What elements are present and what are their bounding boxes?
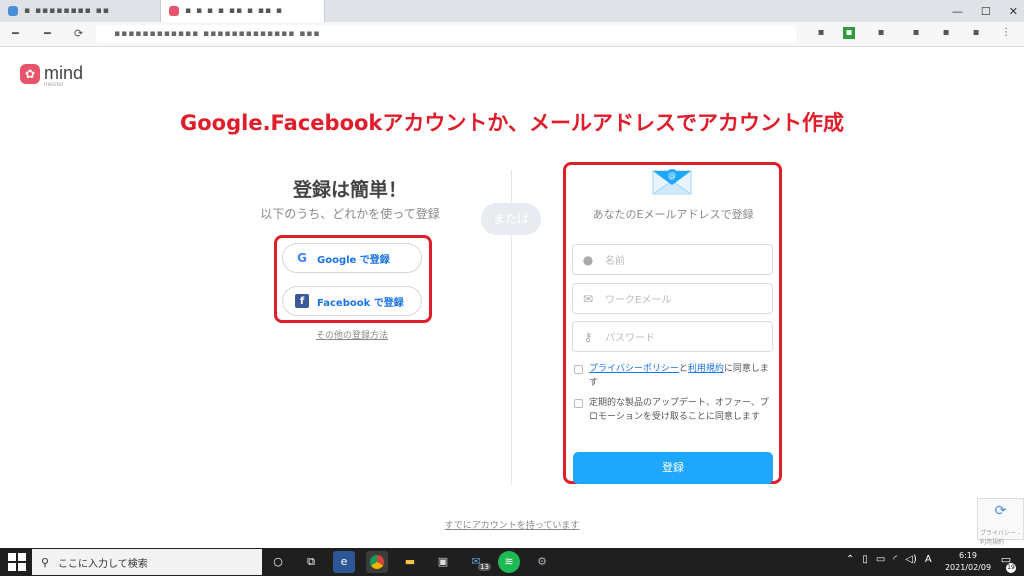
extension-icon[interactable]: ▪ bbox=[875, 27, 887, 39]
address-bar[interactable]: ▪▪▪▪▪▪▪▪▪▪▪▪ ▪▪▪▪▪▪▪▪▪▪▪▪▪ ▪▪▪ bbox=[96, 25, 796, 43]
close-button[interactable]: ✕ bbox=[1009, 5, 1018, 18]
facebook-signup-label: Facebook で登録 bbox=[317, 297, 404, 309]
google-signup-label: Google で登録 bbox=[317, 254, 390, 266]
chevron-up-icon[interactable]: ⌃ bbox=[846, 554, 854, 565]
search-icon: ⚲ bbox=[40, 555, 50, 569]
recaptcha-icon: ⟳ bbox=[994, 503, 1007, 519]
user-icon: ● bbox=[582, 252, 594, 267]
file-explorer-icon[interactable]: ▬ bbox=[399, 551, 421, 573]
forward-icon[interactable]: ━ bbox=[44, 27, 51, 40]
email-signup-title: あなたのEメールアドレスで登録 bbox=[592, 208, 754, 221]
notification-count: 19 bbox=[1006, 563, 1016, 573]
logo-text: mind bbox=[44, 63, 84, 83]
promo-checkbox[interactable] bbox=[574, 399, 583, 408]
task-view-icon[interactable]: ⧉ bbox=[300, 551, 322, 573]
other-signup-link[interactable]: その他の登録方法 bbox=[290, 328, 414, 341]
logo-subtext: meister bbox=[44, 82, 64, 88]
taskbar-clock[interactable]: 6:19 2021/02/09 bbox=[944, 550, 992, 574]
mindmeister-logo[interactable]: ✿ mind bbox=[20, 63, 83, 84]
email-field[interactable]: ✉ ワークEメール bbox=[572, 283, 773, 314]
mail-badge: 13 bbox=[478, 563, 491, 571]
minimize-button[interactable]: — bbox=[952, 5, 963, 18]
google-signup-button[interactable]: G Google で登録 bbox=[282, 243, 422, 273]
facebook-icon: f bbox=[295, 294, 309, 308]
google-icon: G bbox=[297, 251, 307, 265]
store-icon[interactable]: ▣ bbox=[432, 551, 454, 573]
signup-title: 登録は簡単！ bbox=[292, 179, 407, 201]
svg-text:@: @ bbox=[668, 171, 676, 180]
tray-app-icon[interactable]: ▯ bbox=[862, 554, 868, 565]
already-have-account-link[interactable]: すでにアカウントを持っています bbox=[420, 518, 604, 531]
page-headline: Google.Facebookアカウントか、メールアドレスでアカウント作成 bbox=[180, 111, 844, 135]
tab-title: ▪ ▪ ▪ ▪ ▪▪ ▪ ▪▪ ▪ bbox=[185, 6, 284, 16]
steam-icon[interactable]: ⚙ bbox=[531, 551, 553, 573]
extension-icon[interactable]: ▪ bbox=[910, 27, 922, 39]
menu-icon[interactable]: ⋮ bbox=[1000, 27, 1012, 39]
terms-of-use-link[interactable]: 利用規約 bbox=[688, 364, 724, 374]
back-icon[interactable]: ━ bbox=[12, 27, 19, 40]
logo-mark-icon: ✿ bbox=[20, 63, 40, 84]
browser-tab-inactive[interactable]: ▪ ▪▪▪▪▪▪▪▪ ▪▪ bbox=[0, 0, 160, 22]
password-placeholder: パスワード bbox=[605, 333, 655, 344]
extension-icon[interactable]: ▪ bbox=[970, 27, 982, 39]
or-badge: または bbox=[481, 203, 541, 235]
edge-icon[interactable]: e bbox=[333, 551, 355, 573]
reload-icon[interactable]: ⟳ bbox=[74, 27, 83, 40]
chrome-icon[interactable] bbox=[366, 551, 388, 573]
extension-icon[interactable]: ▪ bbox=[843, 27, 855, 39]
clock-date: 2021/02/09 bbox=[944, 563, 992, 572]
terms-checkbox[interactable] bbox=[574, 365, 583, 374]
mindmeister-favicon-icon bbox=[169, 6, 179, 16]
extension-icon[interactable]: ▪ bbox=[815, 27, 827, 39]
name-field[interactable]: ● 名前 bbox=[572, 244, 773, 275]
register-button[interactable]: 登録 bbox=[573, 452, 773, 484]
signup-subtitle: 以下のうち、どれかを使って登録 bbox=[260, 207, 440, 221]
window-controls: — ☐ ✕ bbox=[952, 0, 1018, 22]
tray-app-icon[interactable]: ▭ bbox=[876, 554, 885, 565]
privacy-policy-link[interactable]: プライバシーポリシー bbox=[589, 364, 679, 374]
url-text: ▪▪▪▪▪▪▪▪▪▪▪▪ ▪▪▪▪▪▪▪▪▪▪▪▪▪ ▪▪▪ bbox=[114, 29, 321, 39]
envelope-icon: ✉ bbox=[582, 291, 594, 306]
terms-label: プライバシーポリシーと利用規約に同意します bbox=[589, 362, 774, 390]
windows-start-icon[interactable] bbox=[8, 553, 26, 571]
cortana-icon[interactable]: ○ bbox=[267, 551, 289, 573]
key-icon: ⚷ bbox=[583, 329, 593, 344]
browser-tab-active[interactable]: ▪ ▪ ▪ ▪ ▪▪ ▪ ▪▪ ▪ bbox=[160, 0, 325, 22]
tab-title: ▪ ▪▪▪▪▪▪▪▪ ▪▪ bbox=[24, 6, 110, 16]
wifi-icon[interactable]: ◜ bbox=[893, 554, 897, 565]
system-tray: ⌃ ▯ ▭ ◜ ◁) A bbox=[846, 554, 932, 565]
volume-icon[interactable]: ◁) bbox=[905, 554, 917, 565]
name-placeholder: 名前 bbox=[605, 256, 625, 267]
recaptcha-label: プライバシー - 利用規約 bbox=[980, 530, 1020, 546]
terms-and: と bbox=[678, 364, 688, 374]
email-placeholder: ワークEメール bbox=[605, 295, 672, 306]
ime-indicator[interactable]: A bbox=[925, 554, 932, 565]
taskbar-search-box[interactable]: ⚲ ここに入力して検索 bbox=[32, 549, 262, 575]
extension-icon[interactable]: ▪ bbox=[940, 27, 952, 39]
promo-label: 定期的な製品のアップデート、オファー、プロモーションを受け取ることに同意します bbox=[589, 398, 769, 422]
clock-time: 6:19 bbox=[959, 551, 977, 560]
spotify-icon[interactable]: ≋ bbox=[498, 551, 520, 573]
facebook-signup-button[interactable]: f Facebook で登録 bbox=[282, 286, 422, 316]
maximize-button[interactable]: ☐ bbox=[981, 5, 991, 18]
tab-favicon-icon bbox=[8, 6, 18, 16]
email-envelope-icon: @ bbox=[652, 169, 692, 195]
search-placeholder: ここに入力して検索 bbox=[58, 558, 148, 570]
password-field[interactable]: ⚷ パスワード bbox=[572, 321, 773, 352]
